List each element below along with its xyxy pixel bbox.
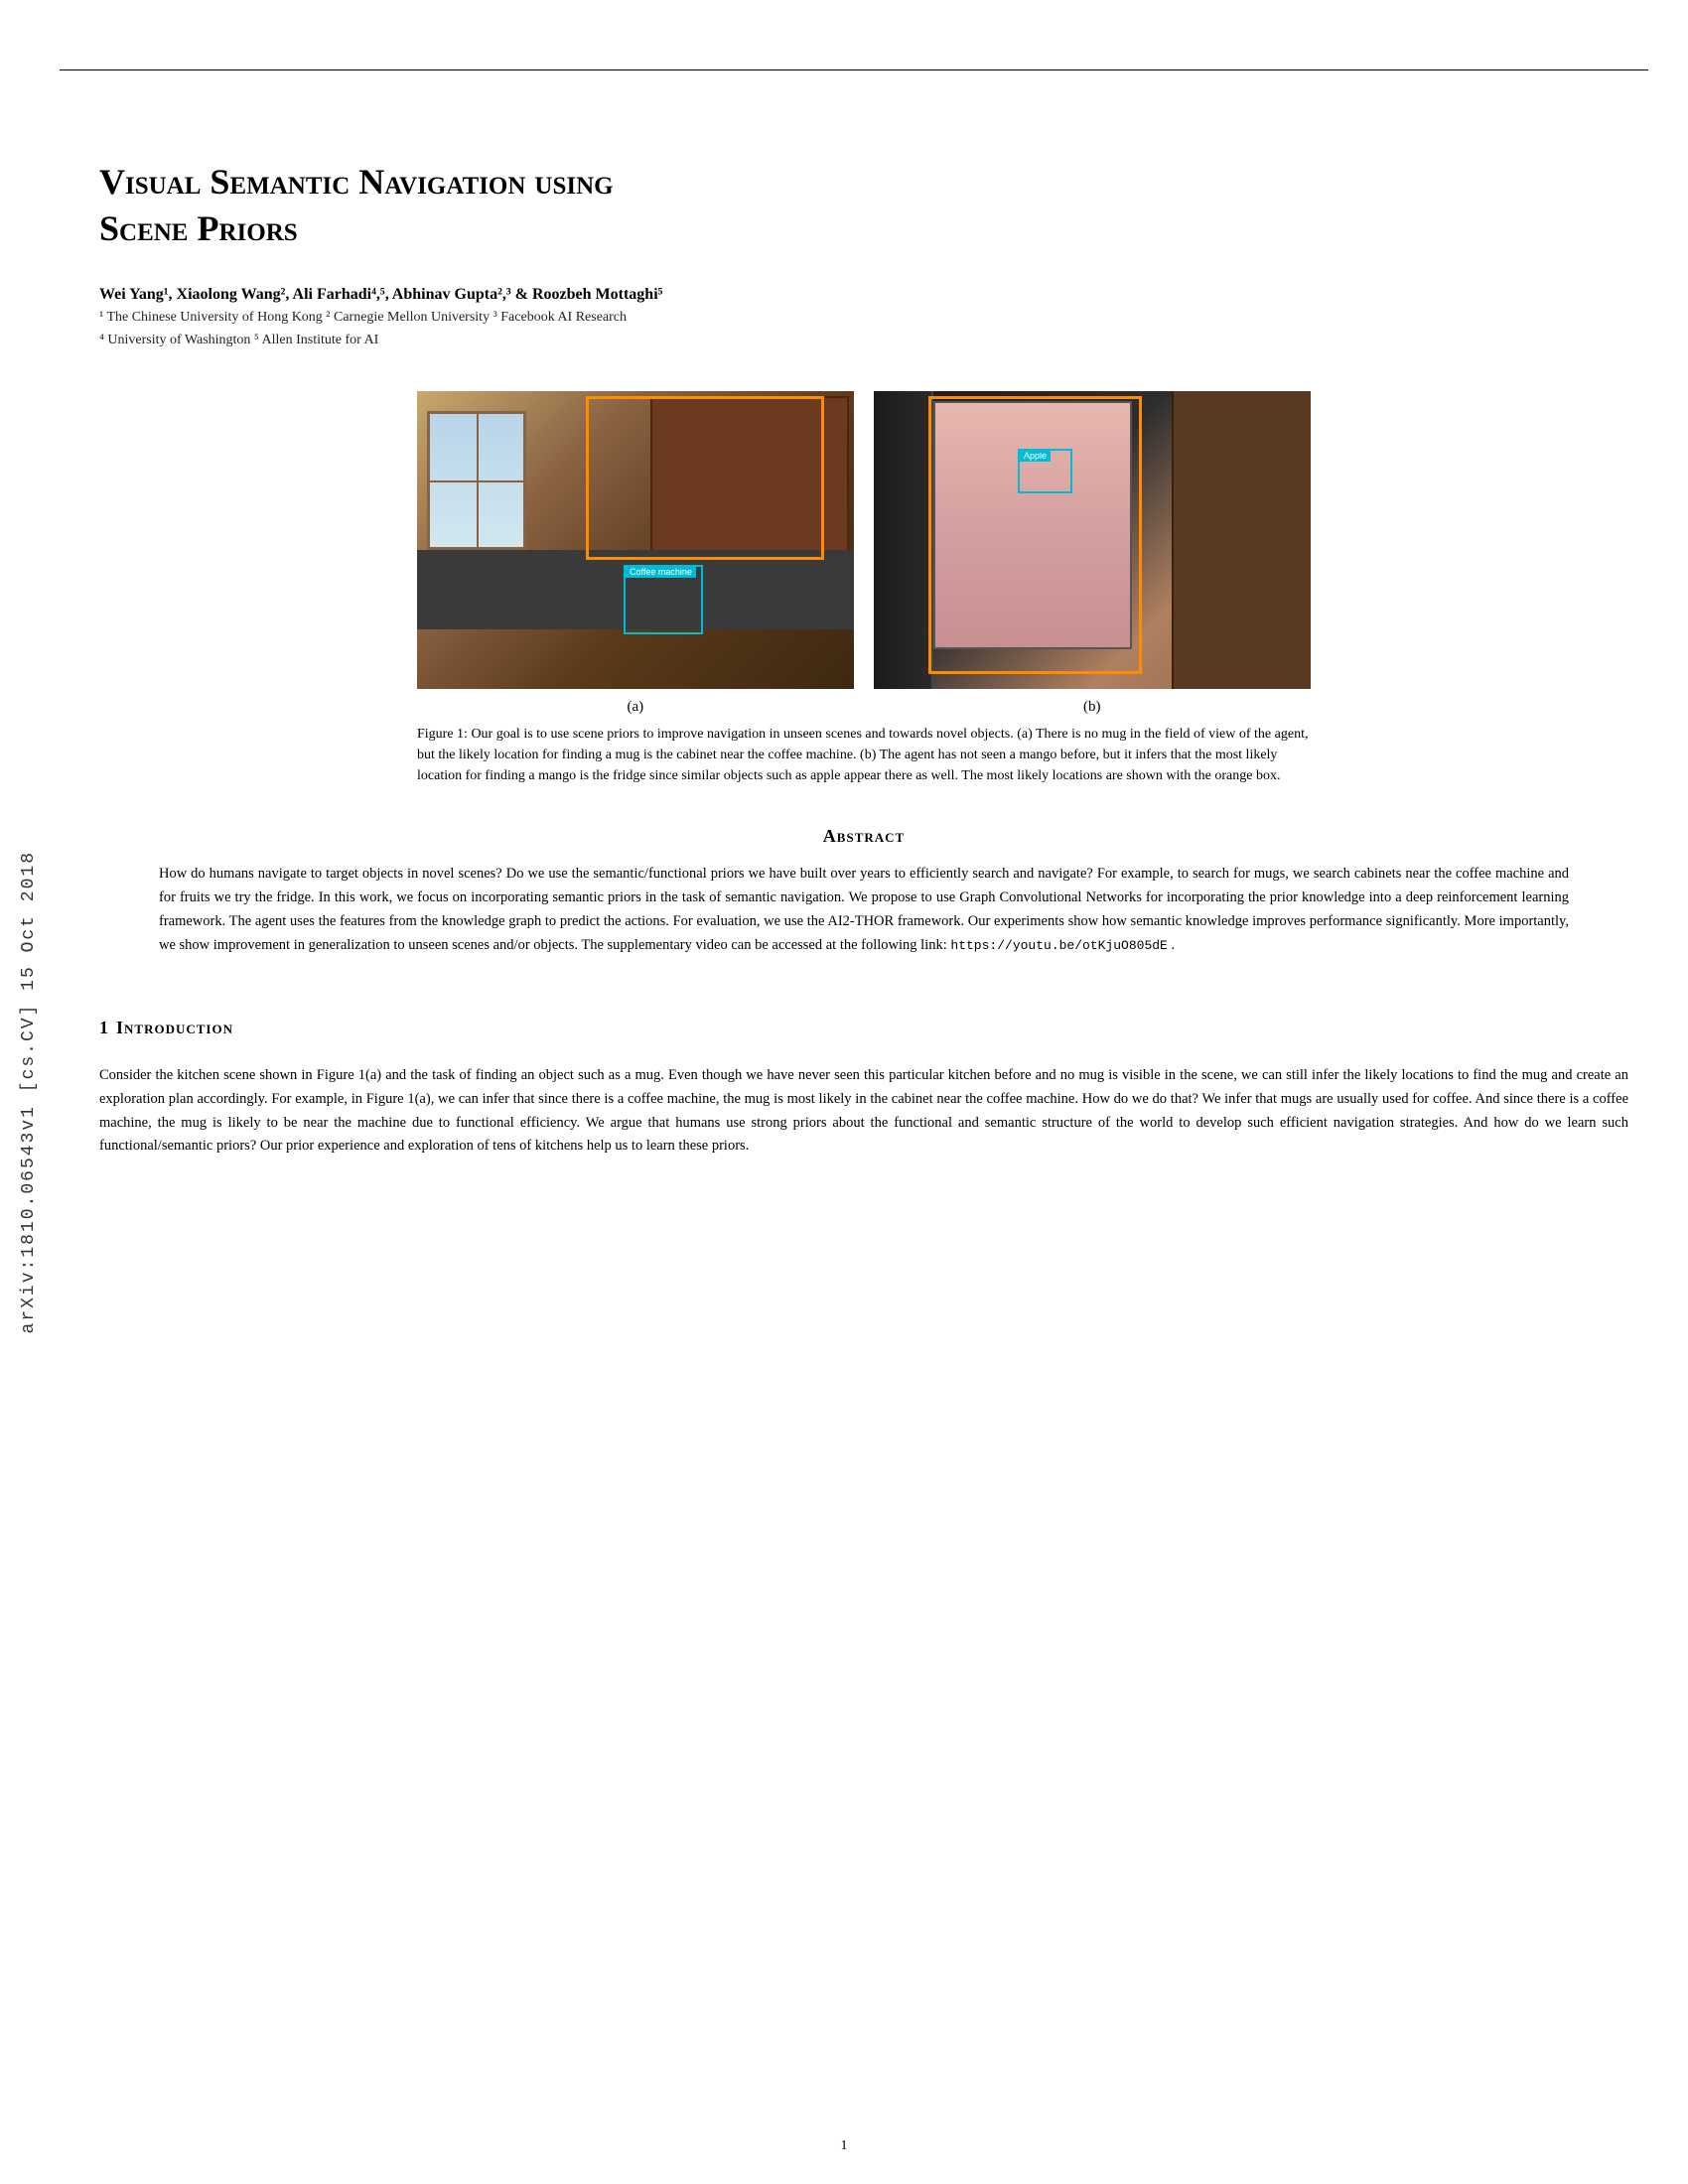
kitchen-scene-a: Coffee machine: [417, 391, 854, 689]
figure-image-a: Coffee machine: [417, 391, 854, 689]
figure-sub-a: (a): [627, 699, 643, 716]
orange-bbox-b: [928, 396, 1142, 674]
kitchen-scene-b: Apple: [874, 391, 1311, 689]
abstract-title: Abstract: [99, 826, 1628, 847]
affiliation-1: ¹ The Chinese University of Hong Kong ² …: [99, 307, 1628, 329]
authors-line: Wei Yang¹, Xiaolong Wang², Ali Farhadi⁴,…: [99, 282, 1628, 308]
arxiv-id: arXiv:1810.06543v1 [cs.CV] 15 Oct 2018: [17, 851, 42, 1333]
section-1-header: 1 Introduction: [99, 988, 1628, 1050]
coffee-machine-bbox: Coffee machine: [624, 565, 703, 634]
figure-image-b: Apple: [874, 391, 1311, 689]
apple-bbox: Apple: [1018, 449, 1072, 493]
section-1-para-1: Consider the kitchen scene shown in Figu…: [99, 1064, 1628, 1160]
main-content: Visual Semantic Navigation usingScene Pr…: [99, 99, 1628, 1174]
paper-title: Visual Semantic Navigation usingScene Pr…: [99, 159, 1628, 252]
figure-1: Coffee machine Apple: [99, 391, 1628, 786]
section-1: 1 Introduction Consider the kitchen scen…: [99, 988, 1628, 1160]
top-rule: [60, 69, 1648, 70]
figure-sublabels: (a) (b): [417, 699, 1311, 716]
abstract-body: How do humans navigate to target objects…: [159, 863, 1569, 958]
section-1-number: 1: [99, 1018, 108, 1038]
kitchen-cabinets-b: [1172, 391, 1311, 689]
coffee-machine-label: Coffee machine: [626, 566, 696, 578]
fridge-door: [874, 391, 933, 689]
page-number: 1: [841, 2138, 848, 2154]
orange-bbox-a: [586, 396, 824, 560]
affiliation-2: ⁴ University of Washington ⁵ Allen Insti…: [99, 330, 1628, 351]
authors-section: Wei Yang¹, Xiaolong Wang², Ali Farhadi⁴,…: [99, 282, 1628, 351]
kitchen-window: [427, 411, 526, 550]
figure-sub-b: (b): [1083, 699, 1101, 716]
abstract-section: Abstract How do humans navigate to targe…: [99, 826, 1628, 958]
abstract-link: https://youtu.be/otKjuO805dE: [950, 938, 1167, 953]
sidebar: arXiv:1810.06543v1 [cs.CV] 15 Oct 2018: [0, 0, 60, 2184]
section-1-title: Introduction: [116, 1018, 233, 1038]
figure-images: Coffee machine Apple: [417, 391, 1311, 689]
apple-label: Apple: [1020, 450, 1051, 462]
figure-caption: Figure 1: Our goal is to use scene prior…: [417, 724, 1311, 786]
